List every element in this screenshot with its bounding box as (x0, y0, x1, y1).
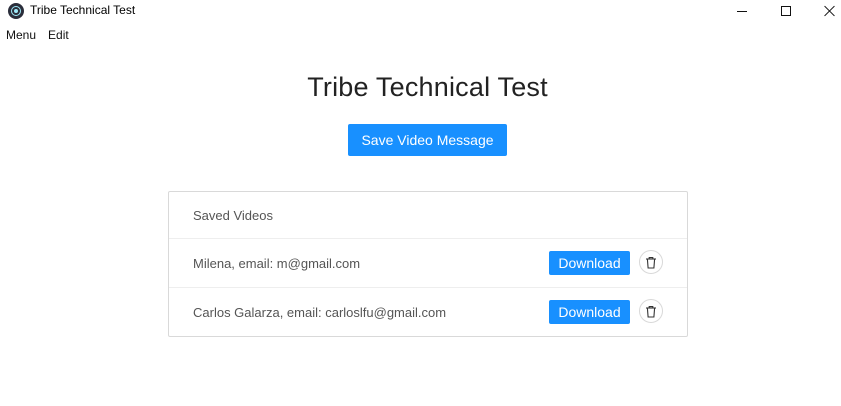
menu-item-menu[interactable]: Menu (0, 26, 42, 46)
saved-videos-list: Saved Videos Milena, email: m@gmail.com … (168, 191, 688, 337)
trash-icon (646, 305, 656, 318)
window-title: Tribe Technical Test (30, 3, 136, 17)
maximize-icon (781, 6, 791, 16)
download-button[interactable]: Download (549, 251, 630, 275)
close-icon (824, 5, 836, 17)
page-title: Tribe Technical Test (307, 72, 548, 102)
close-window-button[interactable] (807, 0, 841, 22)
minimize-button[interactable] (719, 0, 765, 22)
menu-item-edit[interactable]: Edit (42, 26, 75, 46)
menu-bar: Menu Edit (0, 26, 75, 46)
trash-icon (646, 256, 656, 269)
minimize-icon (737, 10, 747, 12)
delete-button[interactable] (639, 299, 663, 323)
list-item: Carlos Galarza, email: carloslfu@gmail.c… (169, 288, 687, 337)
save-video-message-button[interactable]: Save Video Message (348, 124, 507, 156)
electron-icon (8, 3, 24, 19)
list-item: Milena, email: m@gmail.com Download (169, 239, 687, 288)
delete-button[interactable] (639, 250, 663, 274)
title-bar: Tribe Technical Test (0, 0, 841, 22)
download-button[interactable]: Download (549, 300, 630, 324)
maximize-button[interactable] (763, 0, 809, 22)
list-header: Saved Videos (169, 192, 687, 239)
